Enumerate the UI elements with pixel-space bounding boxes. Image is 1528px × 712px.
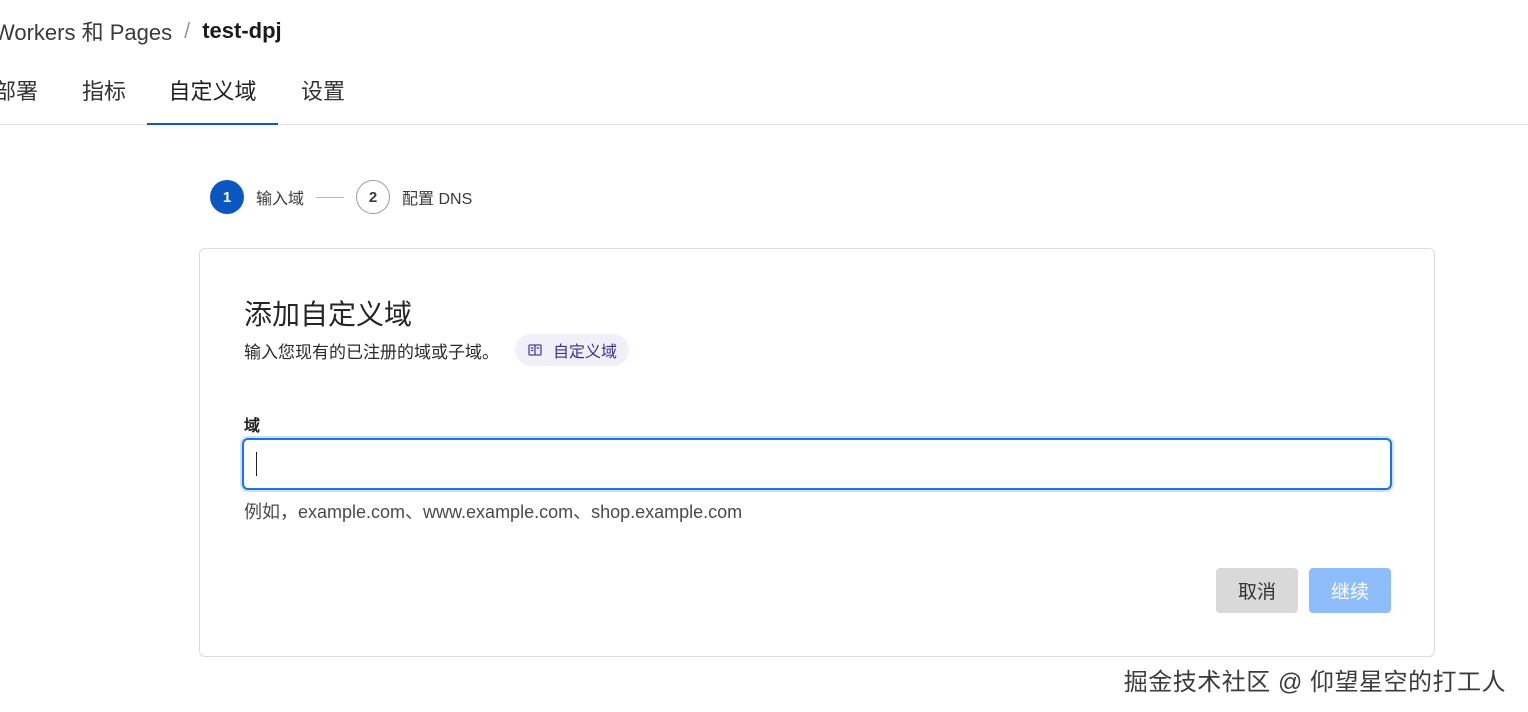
card-description: 输入您现有的已注册的域或子域。 xyxy=(244,342,499,362)
breadcrumb-parent-link[interactable]: Workers 和 Pages xyxy=(0,15,172,47)
docs-link-label: 自定义域 xyxy=(553,344,618,361)
card-description-row: 输入您现有的已注册的域或子域。 自定义域 xyxy=(244,333,630,367)
card-title: 添加自定义域 xyxy=(244,299,413,330)
watermark: 掘金技术社区 @ 仰望星空的打工人 xyxy=(1123,669,1506,696)
tab-custom-domains[interactable]: 自定义域 xyxy=(147,62,278,125)
step-2-label: 配置 DNS xyxy=(402,191,473,208)
tab-bar: 部署 指标 自定义域 设置 xyxy=(0,62,1528,125)
domain-input[interactable] xyxy=(242,438,1392,490)
step-2-indicator: 2 xyxy=(356,180,391,214)
text-cursor xyxy=(256,452,257,476)
tab-settings[interactable]: 设置 xyxy=(300,62,346,124)
domain-field-hint: 例如，example.com、www.example.com、shop.exam… xyxy=(244,502,743,522)
cancel-button[interactable]: 取消 xyxy=(1216,568,1298,613)
breadcrumb-current-project: test-dpj xyxy=(202,18,282,43)
tab-metrics[interactable]: 指标 xyxy=(80,62,128,124)
tab-deployments[interactable]: 部署 xyxy=(0,62,42,124)
stepper: 1 输入域 2 配置 DNS xyxy=(210,179,472,215)
breadcrumb-separator: / xyxy=(184,18,191,43)
book-icon xyxy=(527,342,543,358)
add-custom-domain-card: 添加自定义域 输入您现有的已注册的域或子域。 自定义域 域 例如，example… xyxy=(199,248,1435,657)
step-1-label: 输入域 xyxy=(256,191,305,208)
step-connector xyxy=(316,196,345,198)
continue-button[interactable]: 继续 xyxy=(1309,568,1391,613)
domain-field-label: 域 xyxy=(244,418,261,435)
step-1-indicator: 1 xyxy=(210,180,244,214)
breadcrumb: Workers 和 Pages / test-dpj xyxy=(0,14,282,48)
custom-domain-docs-link[interactable]: 自定义域 xyxy=(515,334,630,366)
